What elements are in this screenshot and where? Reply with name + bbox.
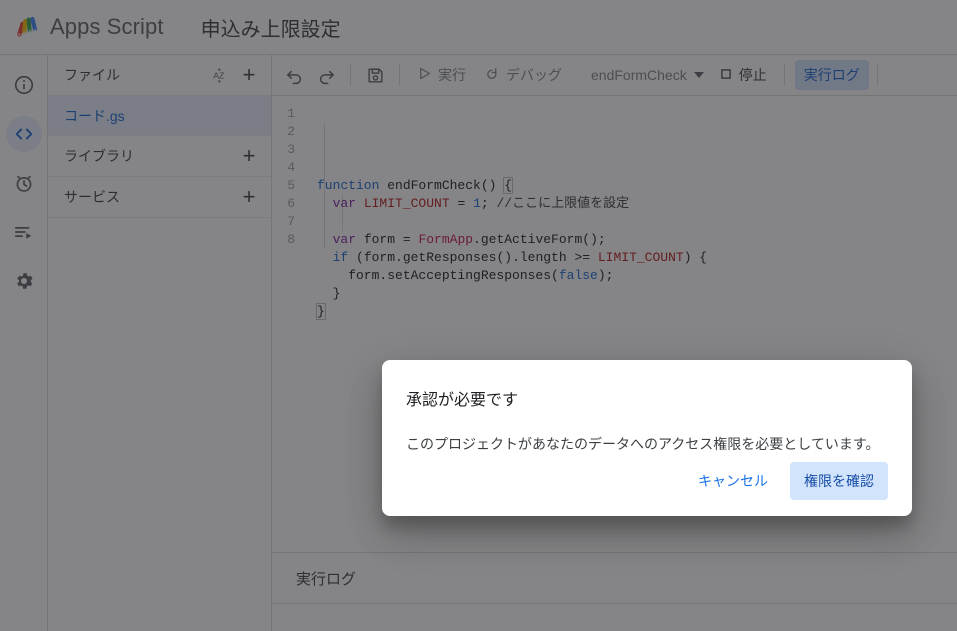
- cancel-button[interactable]: キャンセル: [684, 462, 782, 500]
- modal-scrim[interactable]: [0, 0, 957, 631]
- dialog-message: このプロジェクトがあなたのデータへのアクセス権限を必要としています。: [406, 436, 880, 452]
- confirm-permissions-button[interactable]: 権限を確認: [790, 462, 888, 500]
- dialog-title: 承認が必要です: [406, 392, 519, 409]
- dialog-actions: キャンセル 権限を確認: [406, 462, 888, 516]
- authorization-dialog: 承認が必要です このプロジェクトがあなたのデータへのアクセス権限を必要としていま…: [382, 360, 912, 516]
